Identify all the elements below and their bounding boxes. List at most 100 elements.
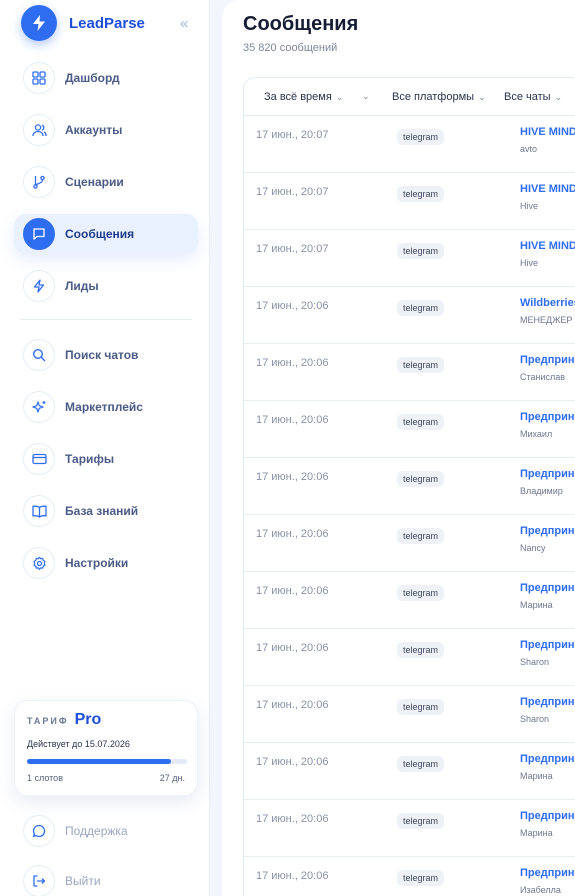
chat-link[interactable]: HIVE MIND [520, 240, 575, 252]
brand-name: LeadParse [69, 14, 145, 32]
chat-link[interactable]: Предприни [520, 639, 575, 651]
message-date: 17 июн., 20:06 [256, 300, 329, 312]
message-date: 17 июн., 20:06 [256, 870, 329, 882]
chat-link[interactable]: Предприни [520, 525, 575, 537]
nav-item-chat-search[interactable]: Поиск чатов [14, 335, 198, 375]
chat-link[interactable]: HIVE MIND [520, 183, 575, 195]
message-author: МЕНЕДЖЕР [520, 315, 573, 325]
chats-filter-dropdown[interactable]: Все чаты ⌄ [504, 91, 562, 103]
message-author: Nancy [520, 543, 546, 553]
nav-item-support[interactable]: Поддержка [14, 811, 198, 851]
table-row[interactable]: 17 июн., 20:06 telegram Предприни Nancy [244, 515, 575, 572]
table-row[interactable]: 17 июн., 20:06 telegram Предприни Изабелла [244, 857, 575, 896]
nav-item-label: Дашборд [65, 71, 120, 85]
time-filter-label: За всё время [264, 91, 332, 103]
platform-filter-dropdown[interactable]: Все платформы ⌄ [392, 91, 486, 103]
table-row[interactable]: 17 июн., 20:07 telegram HIVE MIND Hive [244, 173, 575, 230]
platform-badge: telegram [397, 870, 445, 886]
platform-badge: telegram [397, 186, 445, 202]
search-icon [23, 339, 55, 371]
nav-item-label: Аккаунты [65, 123, 123, 137]
nav-item-label: Тарифы [65, 452, 115, 466]
message-author: avto [520, 144, 538, 154]
message-date: 17 июн., 20:06 [256, 699, 329, 711]
time-filter-dropdown[interactable]: За всё время ⌄ [264, 91, 343, 103]
message-author: Hive [520, 258, 539, 268]
message-author: Михаил [520, 429, 553, 439]
message-author: Марина [520, 600, 553, 610]
plan-card[interactable]: ТАРИФ Pro Действует до 15.07.2026 1 слот… [14, 700, 198, 796]
platform-badge: telegram [397, 813, 445, 829]
chat-link[interactable]: Предприни [520, 810, 575, 822]
table-row[interactable]: 17 июн., 20:06 telegram Предприни Марина [244, 572, 575, 629]
bolt-logo-icon [21, 5, 57, 41]
platform-badge: telegram [397, 528, 445, 544]
message-author: Hive [520, 201, 539, 211]
nav-item-knowledge-base[interactable]: База знаний [14, 491, 198, 531]
nav-item-label: Настройки [65, 556, 129, 570]
table-row[interactable]: 17 июн., 20:06 telegram Wildberries МЕНЕДЖЕ… [244, 287, 575, 344]
table-row[interactable]: 17 июн., 20:06 telegram Предприни Станислав [244, 344, 575, 401]
chat-link[interactable]: Предприни [520, 582, 575, 594]
plan-kicker: ТАРИФ [27, 716, 69, 726]
plan-name: Pro [74, 711, 102, 728]
chat-link[interactable]: Предприни [520, 468, 575, 480]
table-row[interactable]: 17 июн., 20:06 telegram Предприни Марина [244, 800, 575, 857]
message-date: 17 июн., 20:06 [256, 756, 329, 768]
brand[interactable]: LeadParse [21, 5, 145, 41]
gear-icon [23, 547, 55, 579]
chat-link[interactable]: HIVE MIND [520, 126, 575, 138]
platform-badge: telegram [397, 129, 445, 145]
chevron-down-icon: ⌄ [362, 91, 370, 101]
nav-item-settings[interactable]: Настройки [14, 543, 198, 583]
table-row[interactable]: 17 июн., 20:07 telegram HIVE MIND Hive [244, 230, 575, 287]
table-row[interactable]: 17 июн., 20:07 telegram HIVE MIND avto [244, 116, 575, 173]
plan-header: ТАРИФ Pro [27, 711, 101, 729]
chat-link[interactable]: Предприни [520, 696, 575, 708]
chat-link[interactable]: Wildberries [520, 297, 575, 309]
page-title: Сообщения [243, 13, 359, 35]
nav-item-label: Маркетплейс [65, 400, 143, 414]
nav-item-messages[interactable]: Сообщения [14, 214, 198, 254]
nav-item-accounts[interactable]: Аккаунты [14, 110, 198, 150]
table-row[interactable]: 17 июн., 20:06 telegram Предприни Sharon [244, 629, 575, 686]
grid-icon [23, 62, 55, 94]
chat-link[interactable]: Предприни [520, 867, 575, 879]
platform-badge: telegram [397, 300, 445, 316]
nav-item-label: База знаний [65, 504, 139, 518]
nav-item-dashboard[interactable]: Дашборд [14, 58, 198, 98]
sort-toggle[interactable]: ⌄ [358, 91, 370, 102]
message-author: Владимир [520, 486, 563, 496]
message-author: Sharon [520, 657, 550, 667]
sidebar: LeadParse « Дашборд Аккаунты Сценарии Со… [0, 0, 210, 896]
table-row[interactable]: 17 июн., 20:06 telegram Предприни Михаил [244, 401, 575, 458]
table-row[interactable]: 17 июн., 20:06 telegram Предприни Sharon [244, 686, 575, 743]
collapse-sidebar-icon[interactable]: « [180, 15, 188, 32]
nav-item-label: Выйти [65, 874, 101, 888]
plan-days-left: 27 дн. [159, 773, 185, 783]
table-row[interactable]: 17 июн., 20:06 telegram Предприни Марина [244, 743, 575, 800]
main-panel: Сообщения 35 820 сообщений За всё время … [222, 0, 575, 896]
nav-item-scenarios[interactable]: Сценарии [14, 162, 198, 202]
git-branch-icon [23, 166, 55, 198]
nav-item-marketplace[interactable]: Маркетплейс [14, 387, 198, 427]
chevron-down-icon: ⌄ [335, 91, 344, 102]
platform-badge: telegram [397, 585, 445, 601]
platform-badge: telegram [397, 699, 445, 715]
nav-item-label: Поиск чатов [65, 348, 139, 362]
card-icon [23, 443, 55, 475]
messages-table: За всё время ⌄ ⌄ Все платформы ⌄ Все чат… [243, 77, 575, 896]
nav-item-logout[interactable]: Выйти [14, 861, 198, 896]
chat-link[interactable]: Предприни [520, 753, 575, 765]
chat-link[interactable]: Предприни [520, 354, 575, 366]
chats-filter-label: Все чаты [504, 91, 551, 103]
nav-item-tariffs[interactable]: Тарифы [14, 439, 198, 479]
nav-item-leads[interactable]: Лиды [14, 266, 198, 306]
message-date: 17 июн., 20:06 [256, 528, 329, 540]
message-date: 17 июн., 20:06 [256, 585, 329, 597]
table-row[interactable]: 17 июн., 20:06 telegram Предприни Владимир [244, 458, 575, 515]
platform-badge: telegram [397, 471, 445, 487]
plan-progress-track [27, 759, 187, 764]
message-date: 17 июн., 20:06 [256, 642, 329, 654]
chat-link[interactable]: Предприни [520, 411, 575, 423]
